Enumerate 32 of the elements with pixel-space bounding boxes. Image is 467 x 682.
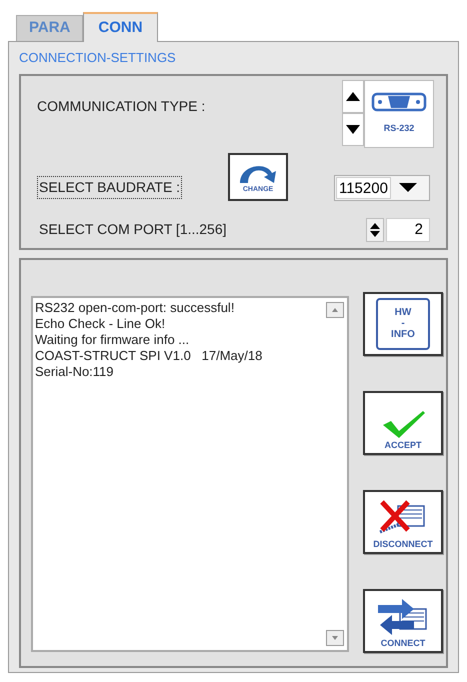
com-port-label: SELECT COM PORT [1...256]: [39, 220, 227, 239]
hw-label: HW: [394, 307, 412, 318]
baudrate-dropdown[interactable]: 115200: [334, 174, 430, 200]
log-line: COAST-STRUCT SPI V1.0 17/May/18: [35, 348, 264, 364]
log-line: RS232 open-com-port: successful!: [35, 300, 236, 316]
up-down-icon: [370, 222, 380, 238]
dash-label: -: [401, 318, 405, 329]
log-line: Waiting for firmware info ...: [35, 332, 190, 348]
scroll-down-button[interactable]: [326, 630, 344, 646]
section-title: CONNECTION-SETTINGS: [19, 49, 177, 67]
rs232-button[interactable]: RS-232: [364, 80, 434, 148]
down-arrow-icon: [332, 636, 338, 640]
down-arrow-button[interactable]: [342, 112, 364, 146]
up-arrow-icon: [346, 92, 360, 100]
com-port-field[interactable]: 2: [386, 218, 430, 242]
scroll-up-button[interactable]: [326, 302, 344, 318]
connect-button[interactable]: CONNECT: [363, 588, 443, 652]
tab[interactable]: CONN: [83, 12, 158, 42]
accept-button[interactable]: ACCEPT: [363, 390, 443, 454]
hw-info-button[interactable]: HW - INFO: [363, 292, 443, 356]
info-label: INFO: [391, 329, 415, 340]
log-line: Serial-No:119: [35, 364, 115, 380]
up-arrow-button[interactable]: [342, 80, 364, 112]
communication-type-label: COMMUNICATION TYPE :: [37, 96, 206, 116]
disconnect-button[interactable]: DISCONNECT: [363, 490, 443, 554]
log-line: Echo Check - Line Ok!: [35, 316, 166, 332]
serial-port-icon: [371, 92, 427, 112]
up-arrow-icon: [332, 308, 338, 312]
baudrate-label: SELECT BAUDRATE :: [37, 176, 182, 199]
spin-button[interactable]: [366, 218, 384, 242]
down-arrow-icon: [346, 124, 360, 134]
dropdown-caret-icon: [398, 183, 417, 192]
